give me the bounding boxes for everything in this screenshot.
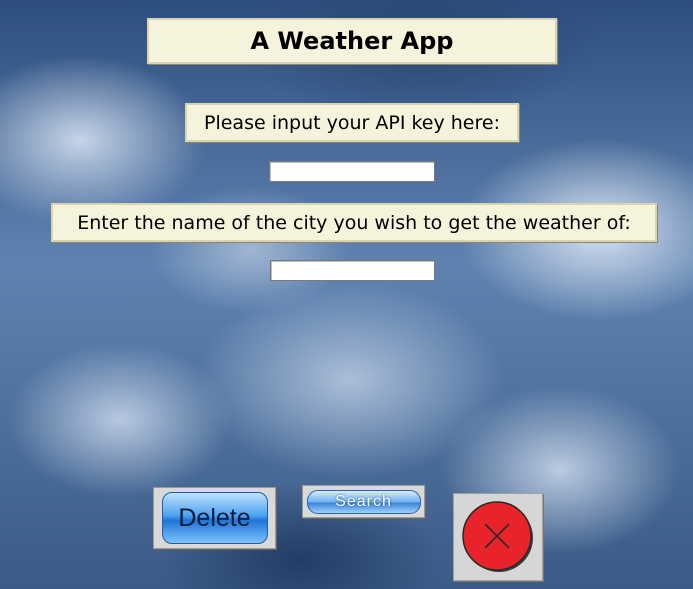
close-button[interactable] (453, 493, 543, 581)
app-title: A Weather App (147, 18, 557, 64)
search-button-label: Search (306, 489, 421, 514)
close-icon (462, 501, 533, 572)
delete-button-label: Delete (161, 492, 268, 544)
city-input[interactable] (270, 260, 435, 281)
api-key-input[interactable] (269, 161, 435, 182)
delete-button[interactable]: Delete (153, 487, 276, 549)
search-button[interactable]: Search (302, 485, 425, 518)
api-key-label: Please input your API key here: (185, 103, 519, 142)
city-label: Enter the name of the city you wish to g… (51, 203, 657, 242)
